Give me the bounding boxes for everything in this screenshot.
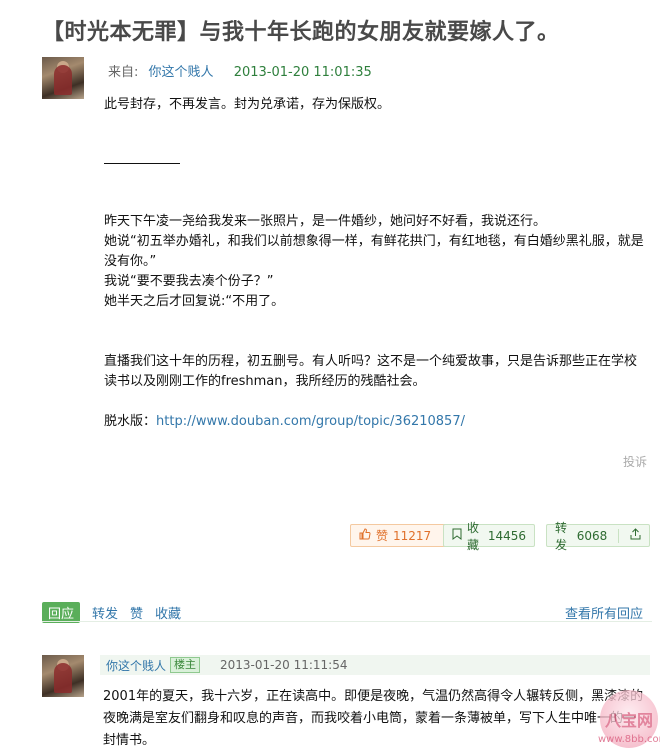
tab-collect[interactable]: 收藏: [155, 603, 181, 622]
share-count: 6068: [576, 528, 608, 543]
reply-author-avatar[interactable]: [42, 655, 84, 697]
tab-reply[interactable]: 回应: [42, 602, 81, 623]
dehydrated-version-link[interactable]: http://www.douban.com/group/topic/362108…: [156, 414, 465, 429]
author-avatar[interactable]: [42, 57, 84, 99]
post-body: 此号封存，不再发言。封为兑承诺，存为保版权。 昨天下午凌一尧给我发来一张照片，是…: [104, 95, 644, 432]
collect-label: 收藏: [467, 520, 480, 552]
share-label: 转发: [555, 520, 568, 552]
post-time: 2013-01-20 11:01:35: [233, 65, 372, 80]
op-badge: 楼主: [170, 657, 201, 673]
topic-meta: 来自: 你这个贱人 2013-01-20 11:01:35: [108, 61, 372, 80]
post-paragraph: 昨天下午凌一尧给我发来一张照片，是一件婚纱，她问好不好看，我说还行。: [104, 214, 547, 229]
like-label: 赞: [376, 529, 389, 543]
topic-title: 【时光本无罪】与我十年长跑的女朋友就要嫁人了。: [42, 20, 560, 45]
export-icon[interactable]: [630, 528, 641, 543]
reply-time: 2013-01-20 11:11:54: [220, 658, 348, 672]
view-all-replies-link[interactable]: 查看所有回应: [565, 603, 643, 622]
reply-tabs: 回应 转发 赞 收藏: [42, 602, 181, 623]
post-paragraph: 她说“初五举办婚礼，和我们以前想象得一样，有鲜花拱门，有红地毯，有白婚纱黑礼服，…: [104, 234, 644, 269]
thumbs-up-icon: [359, 528, 371, 543]
like-button[interactable]: 赞 11217: [350, 524, 458, 547]
like-count: 11217: [393, 528, 432, 543]
post-link-line: 脱水版：http://www.douban.com/group/topic/36…: [104, 412, 644, 432]
bookmark-icon: [452, 528, 462, 543]
reply-header: 你这个贱人 楼主 2013-01-20 11:11:54: [100, 655, 650, 675]
avatar-figure-body: [54, 663, 72, 693]
tab-share[interactable]: 转发: [92, 603, 118, 622]
post-paragraph: 此号封存，不再发言。封为兑承诺，存为保版权。: [104, 97, 391, 112]
avatar-figure-body: [54, 65, 72, 95]
post-paragraph: 她半天之后才回复说:“不用了。: [104, 294, 285, 309]
tab-like[interactable]: 赞: [130, 603, 143, 622]
share-divider: [618, 528, 619, 543]
post-paragraph: 直播我们这十年的历程，初五删号。有人听吗？这不是一个纯爱故事，只是告诉那些正在学…: [104, 354, 638, 389]
author-link[interactable]: 你这个贱人: [149, 65, 214, 80]
watermark-site: www.8bb.com: [598, 734, 660, 745]
link-prefix: 脱水版：: [104, 414, 157, 429]
report-link[interactable]: 投诉: [623, 453, 647, 470]
tabs-divider: [42, 621, 652, 622]
post-paragraph: 我说“要不要我去凑个份子？”: [104, 274, 274, 289]
collect-count: 14456: [487, 528, 526, 543]
reply-author-link[interactable]: 你这个贱人: [106, 657, 166, 674]
reply-text: 2001年的夏天，我十六岁，正在读高中。即便是夜晚，气温仍然高得令人辗转反侧，黑…: [103, 689, 644, 748]
share-button[interactable]: 转发 6068: [546, 521, 650, 552]
from-label: 来自:: [108, 65, 139, 80]
collect-button[interactable]: 收藏 14456: [443, 521, 535, 552]
